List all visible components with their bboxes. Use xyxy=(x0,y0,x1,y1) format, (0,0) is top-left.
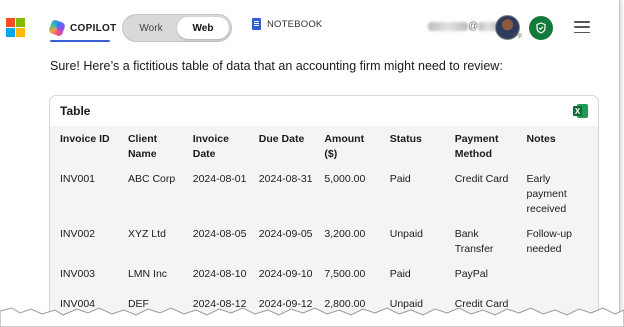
torn-edge-decoration xyxy=(0,307,624,327)
table-cell: Bank Transfer xyxy=(454,228,494,255)
column-header: Notes xyxy=(526,133,556,145)
table-header-row: Invoice ID Client Name Invoice Date Due … xyxy=(50,126,598,172)
copilot-icon xyxy=(48,19,66,37)
table-cell: PayPal xyxy=(454,268,488,280)
table-row: INV003 LMN Inc 2024-08-10 2024-09-10 7,5… xyxy=(50,267,598,297)
table-cell: Early payment received xyxy=(526,173,567,215)
table-cell xyxy=(516,267,598,297)
column-header: Invoice Date xyxy=(192,133,229,160)
active-tab-indicator xyxy=(50,40,110,42)
column-header: Invoice ID xyxy=(60,133,110,145)
table-cell: 7,500.00 xyxy=(324,268,366,280)
table-row: INV001 ABC Corp 2024-08-01 2024-08-31 5,… xyxy=(50,172,598,227)
table-cell: Paid xyxy=(389,173,411,185)
table-cell: 5,000.00 xyxy=(324,173,366,185)
column-header: Amount ($) xyxy=(324,133,365,160)
table-cell: 2024-08-01 xyxy=(192,173,247,185)
tab-copilot[interactable]: COPILOT xyxy=(48,14,117,42)
column-header: Payment Method xyxy=(454,133,499,160)
table-cell: ABC Corp xyxy=(127,173,176,185)
column-header: Status xyxy=(389,133,422,145)
work-web-toggle[interactable]: Work Web xyxy=(122,14,232,42)
table-card: Table X Invoice ID Client Name Invoice D… xyxy=(49,95,599,327)
table-cell: Credit Card xyxy=(454,173,509,185)
toggle-web[interactable]: Web xyxy=(177,17,229,39)
table-cell: XYZ Ltd xyxy=(127,228,166,240)
account-email-at: @ xyxy=(468,21,479,32)
response-intro-text: Sure! Here’s a fictitious table of data … xyxy=(50,59,503,73)
copilot-window: COPILOT Work Web NOTEBOOK @ p-p Sure! He… xyxy=(0,0,620,327)
hamburger-menu-icon[interactable] xyxy=(574,21,590,33)
column-header: Due Date xyxy=(258,133,305,145)
tab-notebook[interactable]: NOTEBOOK xyxy=(252,18,322,30)
table-cell: Follow-up needed xyxy=(526,228,573,255)
table-cell: Unpaid xyxy=(389,228,424,240)
table-cell: INV001 xyxy=(60,173,96,185)
table-cell: INV003 xyxy=(60,268,96,280)
tab-copilot-label: COPILOT xyxy=(70,22,117,34)
toggle-work[interactable]: Work xyxy=(125,17,177,39)
tab-notebook-label: NOTEBOOK xyxy=(267,18,323,30)
table-cell: 2024-08-31 xyxy=(258,173,313,185)
excel-export-icon[interactable]: X xyxy=(573,104,588,118)
table-card-title: Table xyxy=(60,104,91,118)
table-row: INV002 XYZ Ltd 2024-08-05 2024-09-05 3,2… xyxy=(50,227,598,267)
notebook-icon xyxy=(252,18,261,30)
redacted-text xyxy=(428,21,468,31)
table-cell: 2024-08-10 xyxy=(192,268,247,280)
table-cell: INV002 xyxy=(60,228,96,240)
table-cell: 2024-08-05 xyxy=(192,228,247,240)
microsoft-logo-icon[interactable] xyxy=(6,18,25,37)
table-card-header: Table X xyxy=(50,96,598,126)
table-cell: 2024-09-10 xyxy=(258,268,313,280)
avatar-badge: p-p xyxy=(513,33,522,39)
column-header: Client Name xyxy=(127,133,158,160)
table-cell: Paid xyxy=(389,268,411,280)
account-email[interactable]: @ xyxy=(428,21,499,32)
table-cell: 3,200.00 xyxy=(324,228,366,240)
shield-check-glyph xyxy=(536,22,546,34)
table-cell: LMN Inc xyxy=(127,268,168,280)
shield-check-icon[interactable] xyxy=(529,16,553,40)
table-cell: 2024-09-05 xyxy=(258,228,313,240)
